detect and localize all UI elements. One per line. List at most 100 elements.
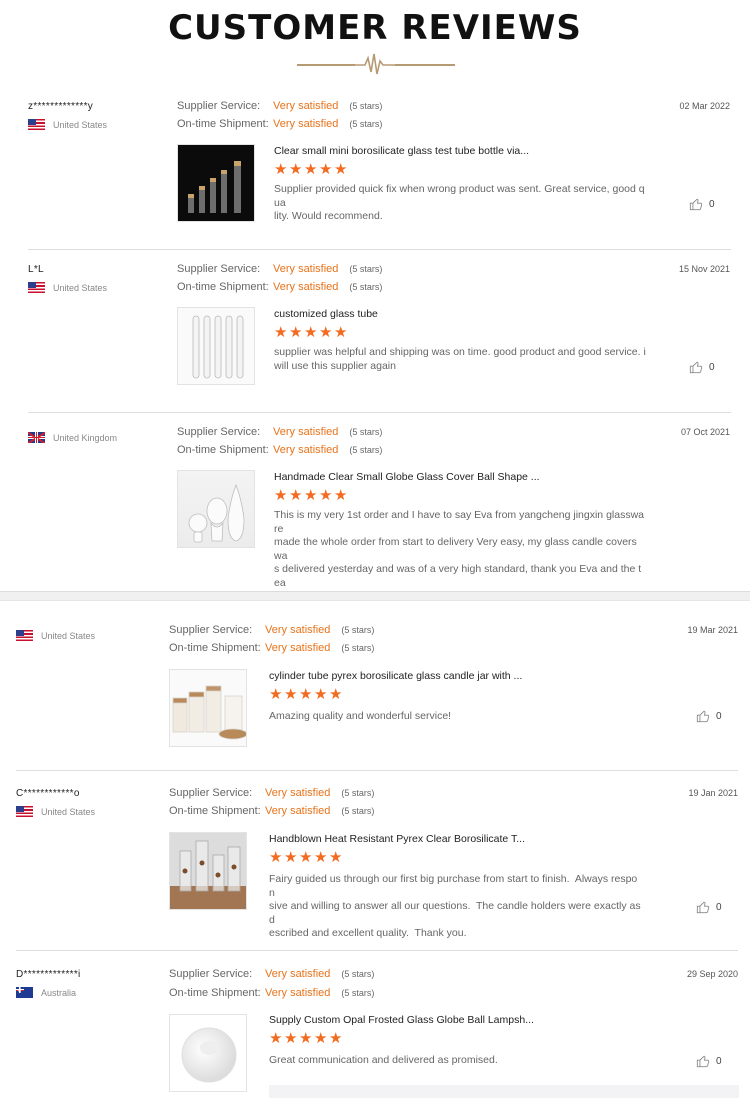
ontime-shipment-value: Very satisfied — [273, 281, 339, 293]
candle-jars-image — [172, 685, 246, 740]
star-icon: ★ — [299, 849, 313, 866]
supplier-service-value: Very satisfied — [273, 426, 339, 438]
product-title-link[interactable]: cylinder tube pyrex borosilicate glass c… — [269, 670, 522, 682]
opal-globe-image — [181, 1027, 237, 1083]
ontime-shipment-label: On-time Shipment: — [169, 642, 261, 654]
like-button[interactable]: 0 — [689, 197, 715, 211]
supplier-service-rating: Supplier Service: Very satisfied (5 star… — [177, 426, 382, 438]
ontime-shipment-label: On-time Shipment: — [169, 805, 261, 817]
like-button[interactable]: 0 — [696, 709, 722, 723]
supplier-service-value: Very satisfied — [273, 263, 339, 275]
thumbs-up-icon — [696, 901, 710, 914]
thumbs-up-icon — [689, 361, 703, 374]
star-icon: ★ — [304, 324, 318, 341]
like-count: 0 — [709, 361, 715, 373]
ontime-shipment-value: Very satisfied — [273, 444, 339, 456]
product-title-link[interactable]: Supply Custom Opal Frosted Glass Globe B… — [269, 1014, 534, 1026]
country-name: United States — [41, 806, 96, 817]
ontime-shipment-stars: (5 stars) — [341, 806, 375, 816]
star-icon: ★ — [319, 487, 333, 504]
supplier-service-value: Very satisfied — [265, 968, 331, 980]
ontime-shipment-rating: On-time Shipment: Very satisfied (5 star… — [177, 118, 382, 130]
buyer-name: D*************i — [16, 969, 81, 980]
supplier-service-rating: Supplier Service: Very satisfied (5 star… — [169, 624, 374, 636]
star-icon: ★ — [269, 686, 283, 703]
star-icon: ★ — [314, 849, 328, 866]
review-comment: Supplier provided quick fix when wrong p… — [274, 183, 645, 222]
star-icon: ★ — [299, 686, 313, 703]
screenshot-gap — [0, 592, 750, 600]
ontime-shipment-stars: (5 stars) — [349, 445, 383, 455]
ontime-shipment-stars: (5 stars) — [349, 282, 383, 292]
star-icon: ★ — [289, 161, 303, 178]
buyer-name: L*L — [28, 264, 44, 275]
country-name: United Kingdom — [53, 432, 118, 443]
like-button[interactable]: 0 — [689, 360, 715, 374]
country-name: Australia — [41, 987, 77, 998]
title-divider-right — [395, 64, 455, 66]
supplier-service-label: Supplier Service: — [177, 426, 261, 438]
ontime-shipment-rating: On-time Shipment: Very satisfied (5 star… — [169, 642, 374, 654]
buyer-country: United States — [16, 630, 95, 641]
review-comment: Fairy guided us through our first big pu… — [269, 873, 641, 939]
glass-tubes-image — [192, 315, 244, 379]
review-date: 02 Mar 2022 — [679, 101, 730, 111]
supplier-service-rating: Supplier Service: Very satisfied (5 star… — [169, 968, 374, 980]
ontime-shipment-value: Very satisfied — [273, 118, 339, 130]
review-date: 29 Sep 2020 — [686, 969, 738, 979]
ontime-shipment-stars: (5 stars) — [341, 643, 375, 653]
product-star-rating: ★ ★ ★ ★ ★ — [274, 324, 348, 341]
star-icon: ★ — [274, 487, 288, 504]
supplier-service-value: Very satisfied — [265, 624, 331, 636]
like-button[interactable]: 0 — [696, 1054, 722, 1068]
product-title-link[interactable]: Clear small mini borosilicate glass test… — [274, 145, 529, 157]
product-title-link[interactable]: Handblown Heat Resistant Pyrex Clear Bor… — [269, 833, 525, 845]
like-button[interactable]: 0 — [696, 900, 722, 914]
reviews-header: CUSTOMER REVIEWS — [0, 0, 750, 86]
review-item: z*************y United States Supplier S… — [0, 86, 750, 250]
star-icon: ★ — [329, 686, 343, 703]
review-date: 07 Oct 2021 — [680, 427, 730, 437]
product-title-link[interactable]: Handmade Clear Small Globe Glass Cover B… — [274, 471, 540, 483]
buyer-name: C************o — [16, 788, 80, 799]
buyer-country: United States — [28, 282, 107, 293]
star-icon: ★ — [334, 324, 348, 341]
supplier-service-value: Very satisfied — [265, 787, 331, 799]
product-star-rating: ★ ★ ★ ★ ★ — [274, 161, 348, 178]
like-count: 0 — [716, 901, 722, 913]
review-comment: supplier was helpful and shipping was on… — [274, 346, 646, 372]
star-icon: ★ — [314, 1030, 328, 1047]
star-icon: ★ — [319, 324, 333, 341]
supplier-service-stars: (5 stars) — [341, 788, 375, 798]
supplier-service-label: Supplier Service: — [169, 624, 253, 636]
ontime-shipment-value: Very satisfied — [265, 805, 331, 817]
supplier-service-label: Supplier Service: — [177, 263, 261, 275]
supplier-service-stars: (5 stars) — [341, 625, 375, 635]
reviews-panel-1: z*************y United States Supplier S… — [0, 86, 750, 592]
star-icon: ★ — [304, 161, 318, 178]
star-icon: ★ — [319, 161, 333, 178]
buyer-country: ✦ Australia — [16, 987, 76, 998]
product-star-rating: ★ ★ ★ ★ ★ — [269, 686, 343, 703]
ontime-shipment-rating: On-time Shipment: Very satisfied (5 star… — [169, 805, 374, 817]
country-name: United States — [41, 630, 96, 641]
product-thumbnail[interactable] — [169, 1014, 247, 1092]
product-thumbnail[interactable] — [177, 307, 255, 385]
like-count: 0 — [716, 1055, 722, 1067]
supplier-service-label: Supplier Service: — [169, 968, 253, 980]
star-icon: ★ — [304, 487, 318, 504]
supplier-service-stars: (5 stars) — [349, 101, 383, 111]
review-date: 15 Nov 2021 — [678, 264, 730, 274]
thumbs-up-icon — [696, 1055, 710, 1068]
ontime-shipment-label: On-time Shipment: — [177, 444, 269, 456]
product-star-rating: ★ ★ ★ ★ ★ — [269, 849, 343, 866]
star-icon: ★ — [329, 1030, 343, 1047]
product-thumbnail[interactable] — [169, 669, 247, 747]
review-item: United States Supplier Service: Very sat… — [0, 601, 750, 771]
product-thumbnail[interactable] — [169, 832, 247, 910]
review-item: United Kingdom Supplier Service: Very sa… — [0, 412, 750, 591]
product-thumbnail[interactable] — [177, 144, 255, 222]
product-thumbnail[interactable] — [177, 470, 255, 548]
product-title-link[interactable]: customized glass tube — [274, 308, 378, 320]
us-flag-icon — [16, 806, 33, 817]
